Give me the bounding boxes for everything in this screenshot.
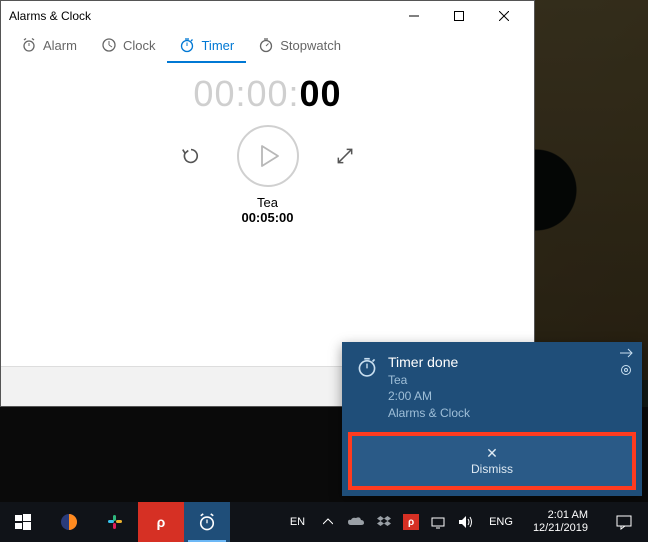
ime-indicator[interactable]: EN — [286, 516, 309, 528]
expand-button[interactable] — [329, 140, 361, 172]
notification-toast[interactable]: Timer done Tea 2:00 AM Alarms & Clock ✕ … — [342, 342, 642, 496]
toast-dismiss-button[interactable]: ✕ Dismiss — [348, 432, 636, 490]
windows-icon — [15, 514, 31, 530]
timer-duration: 00:05:00 — [1, 210, 534, 225]
taskbar-date: 12/21/2019 — [533, 522, 588, 535]
toast-time: 2:00 AM — [388, 388, 470, 405]
minimize-button[interactable] — [391, 1, 436, 31]
tray-overflow-button[interactable] — [319, 518, 337, 526]
taskbar-app-p[interactable]: ρ — [138, 502, 184, 542]
tab-clock[interactable]: Clock — [89, 31, 168, 63]
timer-display-active: 00 — [300, 73, 342, 114]
volume-icon[interactable] — [457, 516, 475, 528]
taskbar-clock[interactable]: 2:01 AM 12/21/2019 — [527, 509, 594, 535]
toast-source: Alarms & Clock — [388, 405, 470, 422]
dropbox-icon[interactable] — [375, 516, 393, 528]
tray-app-p[interactable]: ρ — [403, 514, 419, 530]
tab-stopwatch[interactable]: Stopwatch — [246, 31, 353, 63]
toast-expand-button[interactable] — [620, 348, 634, 358]
timer-icon — [356, 356, 378, 378]
tab-label: Stopwatch — [280, 38, 341, 53]
taskbar-app-firefox[interactable] — [46, 502, 92, 542]
window-titlebar[interactable]: Alarms & Clock — [1, 1, 534, 31]
notification-icon — [616, 514, 632, 530]
toast-settings-button[interactable] — [620, 364, 634, 376]
close-icon: ✕ — [486, 446, 498, 460]
tab-label: Clock — [123, 38, 156, 53]
timer-display-inactive: 00:00: — [193, 73, 299, 114]
tab-bar: Alarm Clock Timer Stopwatch — [1, 31, 534, 63]
tab-timer[interactable]: Timer — [167, 31, 246, 63]
stopwatch-icon — [258, 37, 274, 53]
tab-label: Timer — [201, 38, 234, 53]
maximize-button[interactable] — [436, 1, 481, 31]
alarm-icon — [21, 37, 37, 53]
alarm-icon — [197, 512, 217, 532]
clock-icon — [101, 37, 117, 53]
toast-subtitle: Tea — [388, 372, 470, 389]
app-p-icon: ρ — [157, 514, 166, 530]
reset-icon — [180, 145, 202, 167]
taskbar-time: 2:01 AM — [533, 509, 588, 522]
close-button[interactable] — [481, 1, 526, 31]
firefox-icon — [59, 512, 79, 532]
play-icon — [260, 145, 280, 167]
language-indicator[interactable]: ENG — [485, 516, 517, 528]
timer-panel: 00:00:00 Tea 00:05:00 — [1, 63, 534, 225]
expand-icon — [335, 146, 355, 166]
timer-name: Tea — [1, 195, 534, 210]
window-title: Alarms & Clock — [9, 9, 391, 23]
dismiss-label: Dismiss — [471, 462, 513, 476]
reset-button[interactable] — [175, 140, 207, 172]
taskbar-app-alarms-clock[interactable] — [184, 502, 230, 542]
taskbar: ρ EN ρ ENG 2:01 AM 12/21/2019 — [0, 502, 648, 542]
tab-label: Alarm — [43, 38, 77, 53]
start-button[interactable] — [0, 502, 46, 542]
action-center-button[interactable] — [604, 502, 644, 542]
slack-icon — [106, 513, 124, 531]
onedrive-icon[interactable] — [347, 517, 365, 527]
tab-alarm[interactable]: Alarm — [9, 31, 89, 63]
timer-display: 00:00:00 — [1, 73, 534, 115]
timer-icon — [179, 37, 195, 53]
taskbar-app-slack[interactable] — [92, 502, 138, 542]
network-icon[interactable] — [429, 515, 447, 529]
play-button[interactable] — [237, 125, 299, 187]
toast-title: Timer done — [388, 354, 470, 370]
